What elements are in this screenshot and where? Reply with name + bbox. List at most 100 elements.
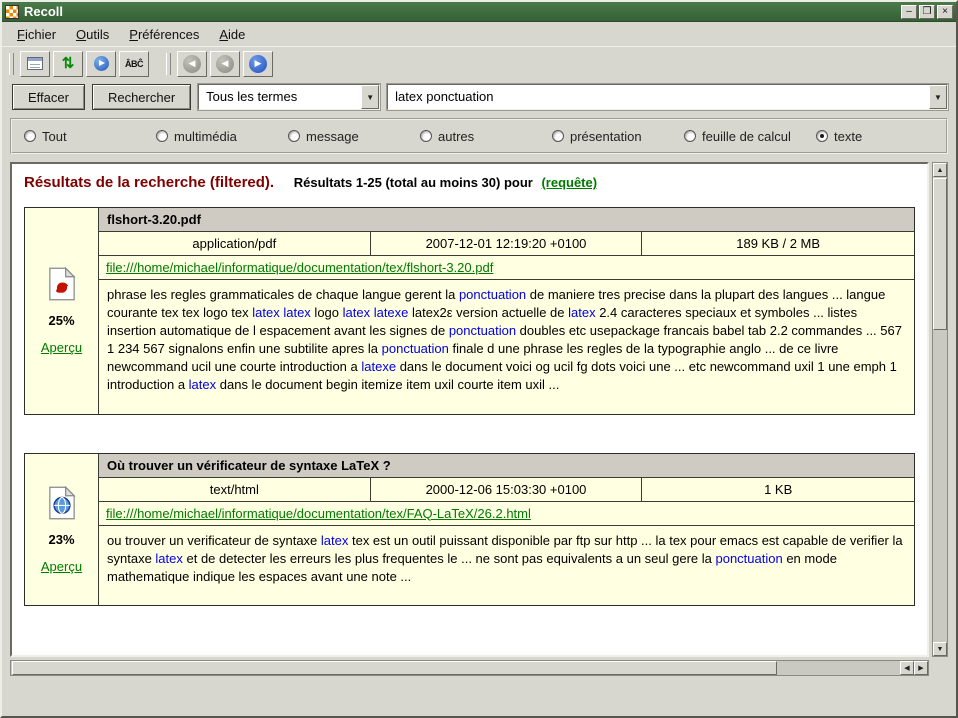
highlighted-term: latex (321, 533, 348, 548)
result-size: 1 KB (642, 478, 914, 501)
query-details-link[interactable]: (requête) (541, 175, 597, 190)
query-input[interactable]: latex ponctuation (388, 85, 929, 109)
minimize-button[interactable]: – (901, 5, 917, 19)
result-spacer (22, 415, 917, 453)
highlighted-term: latex latexe (343, 305, 409, 320)
result-mime: text/html (99, 478, 371, 501)
result-title: flshort-3.20.pdf (99, 208, 914, 232)
window-title: Recoll (24, 4, 896, 19)
relevance-percent: 25% (48, 313, 74, 328)
term-explorer-button[interactable]: ÂBĈ (119, 51, 149, 77)
scroll-right-icon[interactable]: ▶ (914, 661, 928, 675)
clear-search-button[interactable] (20, 51, 50, 77)
radio-icon[interactable] (420, 130, 432, 142)
radio-icon[interactable] (552, 130, 564, 142)
app-icon (5, 5, 19, 19)
horizontal-scrollbar[interactable]: ◀ ▶ (10, 660, 929, 676)
abstract-text: logo (311, 305, 343, 320)
recoll-window: Recoll – ❒ × Fichier Outils Préférences … (0, 0, 958, 718)
sort-by-date-button[interactable]: ⇅ (53, 51, 83, 77)
vertical-scroll-track[interactable] (933, 177, 947, 642)
highlighted-term: latex latex (252, 305, 311, 320)
preview-link[interactable]: Aperçu (41, 559, 82, 574)
horizontal-scroll-track[interactable] (11, 661, 900, 675)
filter-label: présentation (570, 129, 642, 144)
highlighted-term: ponctuation (459, 287, 526, 302)
toolbar-handle[interactable] (166, 53, 171, 75)
toolbar-handle[interactable] (9, 53, 14, 75)
radio-icon[interactable] (24, 130, 36, 142)
vertical-scroll-thumb[interactable] (933, 178, 947, 330)
search-mode-select[interactable]: Tous les termes ▼ (198, 84, 380, 110)
abstract-text: latex2ε version actuelle de (408, 305, 568, 320)
scroll-down-icon[interactable]: ▼ (933, 642, 947, 656)
term-explorer-icon: ÂBĈ (125, 59, 143, 69)
filter-bar: Tout multimédia message autres présentat… (10, 118, 948, 154)
clear-button[interactable]: Effacer (12, 84, 85, 110)
abstract-text: dans le document begin itemize item uxil… (216, 377, 559, 392)
abstract-text: ou trouver un verificateur de syntaxe (107, 533, 321, 548)
chevron-down-icon[interactable]: ▼ (361, 85, 379, 109)
filter-label: Tout (42, 129, 67, 144)
query-combobox[interactable]: latex ponctuation ▼ (387, 84, 948, 110)
vertical-scrollbar[interactable]: ▲ ▼ (932, 162, 948, 657)
query-detail-button[interactable] (86, 51, 116, 77)
highlighted-term: ponctuation (382, 341, 449, 356)
results-title: Résultats de la recherche (filtered). (24, 174, 274, 191)
filter-autres[interactable]: autres (420, 129, 552, 144)
search-bar: Effacer Rechercher Tous les termes ▼ lat… (2, 80, 956, 114)
maximize-button[interactable]: ❒ (919, 5, 935, 19)
radio-icon[interactable] (288, 130, 300, 142)
result-url-row: file:///home/michael/informatique/docume… (99, 256, 914, 280)
preview-link[interactable]: Aperçu (41, 340, 82, 355)
globe-arrow-icon (94, 56, 109, 71)
result-title: Où trouver un vérificateur de syntaxe La… (99, 454, 914, 478)
result-url-link[interactable]: file:///home/michael/informatique/docume… (106, 260, 493, 275)
radio-icon[interactable] (816, 130, 828, 142)
filter-multimedia[interactable]: multimédia (156, 129, 288, 144)
menu-aide[interactable]: Aide (210, 24, 254, 45)
result-item: 23% Aperçu Où trouver un vérificateur de… (24, 453, 915, 607)
search-button[interactable]: Rechercher (92, 84, 191, 110)
abstract-text: phrase les regles grammaticales de chaqu… (107, 287, 459, 302)
first-page-button[interactable]: ◀ (177, 51, 207, 77)
filter-texte[interactable]: texte (816, 129, 862, 144)
horizontal-scroll-thumb[interactable] (12, 661, 777, 675)
filter-feuille-de-calcul[interactable]: feuille de calcul (684, 129, 816, 144)
search-mode-value: Tous les termes (199, 85, 361, 109)
chevron-down-icon[interactable]: ▼ (929, 85, 947, 109)
result-meta-row: text/html 2000-12-06 15:03:30 +0100 1 KB (99, 478, 914, 502)
filter-presentation[interactable]: présentation (552, 129, 684, 144)
menubar: Fichier Outils Préférences Aide (2, 22, 956, 46)
scroll-left-icon[interactable]: ◀ (900, 661, 914, 675)
status-bar (2, 680, 956, 716)
menu-outils[interactable]: Outils (67, 24, 118, 45)
close-button[interactable]: × (937, 5, 953, 19)
pdf-document-icon (47, 267, 77, 301)
filter-message[interactable]: message (288, 129, 420, 144)
result-meta-row: application/pdf 2007-12-01 12:19:20 +010… (99, 232, 914, 256)
result-url-link[interactable]: file:///home/michael/informatique/docume… (106, 506, 531, 521)
radio-icon[interactable] (156, 130, 168, 142)
next-page-icon: ▶ (249, 55, 267, 73)
highlighted-term: ponctuation (449, 323, 516, 338)
filter-label: message (306, 129, 359, 144)
filter-tout[interactable]: Tout (24, 129, 156, 144)
results-summary: Résultats 1-25 (total au moins 30) pour (294, 175, 533, 190)
highlighted-term: latex (189, 377, 216, 392)
previous-page-button[interactable]: ◀ (210, 51, 240, 77)
titlebar[interactable]: Recoll – ❒ × (2, 2, 956, 22)
highlighted-term: latexe (361, 359, 396, 374)
menu-fichier[interactable]: Fichier (8, 24, 65, 45)
window-controls: – ❒ × (901, 5, 953, 19)
menu-preferences[interactable]: Préférences (120, 24, 208, 45)
relevance-percent: 23% (48, 532, 74, 547)
next-page-button[interactable]: ▶ (243, 51, 273, 77)
filter-label: feuille de calcul (702, 129, 791, 144)
result-item: 25% Aperçu flshort-3.20.pdf application/… (24, 207, 915, 415)
radio-icon[interactable] (684, 130, 696, 142)
result-date: 2000-12-06 15:03:30 +0100 (371, 478, 643, 501)
scroll-up-icon[interactable]: ▲ (933, 163, 947, 177)
result-date: 2007-12-01 12:19:20 +0100 (371, 232, 643, 255)
result-side-panel: 25% Aperçu (25, 208, 99, 414)
